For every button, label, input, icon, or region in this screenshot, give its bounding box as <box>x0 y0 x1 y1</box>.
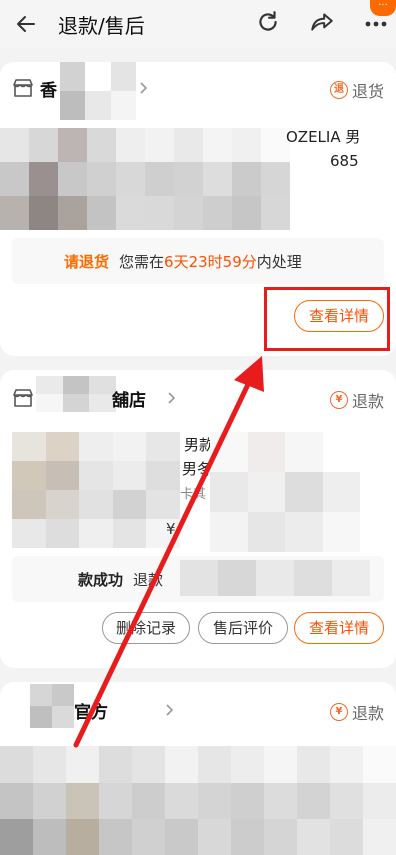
pixelated-title-area <box>210 432 360 552</box>
pixelated-shop-area <box>60 62 136 120</box>
status-text: 退款 <box>351 704 384 723</box>
refresh-icon[interactable] <box>252 6 284 38</box>
after-sale-review-button[interactable]: 售后评价 <box>198 612 288 644</box>
result-text: 退款 <box>133 570 164 589</box>
refund-icon: ¥ <box>329 391 348 409</box>
shop-name[interactable]: 香 <box>40 76 57 101</box>
status-text: 退货 <box>351 82 384 101</box>
shop-name[interactable]: 舖店 <box>112 386 146 411</box>
highlight-box <box>264 287 390 351</box>
return-notice: 请退货 您需在 6天23时59分 内处理 <box>12 238 384 284</box>
product-title[interactable]: OZELIA 男 <box>286 126 360 148</box>
notice-suffix: 内处理 <box>256 252 302 271</box>
chevron-right-icon <box>136 80 150 94</box>
notice-prefix: 您需在 <box>119 252 165 271</box>
product-title-line2[interactable]: 685 <box>330 150 359 172</box>
result-label: 款成功 <box>78 570 124 589</box>
delete-record-button[interactable]: 删除记录 <box>102 612 190 644</box>
pixelated-result-area <box>180 560 370 596</box>
order-card[interactable]: 舖店 ¥ 退款 男款 02 男冬季加厚 卡其 ¥ 款成功 退款 删除记录 售后评… <box>0 370 396 668</box>
shop-icon <box>12 78 34 98</box>
chevron-right-icon <box>164 390 178 404</box>
top-bar: 退款/售后 ··· <box>0 0 396 48</box>
back-arrow-icon[interactable] <box>10 8 42 40</box>
order-status: ¥ 退款 <box>329 700 384 724</box>
notification-badge: ··· <box>370 0 396 16</box>
order-status: ¥ 退款 <box>329 388 384 412</box>
notice-label: 请退货 <box>64 252 110 271</box>
product-price: ¥ <box>166 520 176 538</box>
pixelated-shop-area <box>30 684 74 728</box>
countdown: 6天23时59分 <box>164 252 257 271</box>
view-details-button[interactable]: 查看详情 <box>294 612 384 644</box>
chevron-right-icon <box>162 702 176 716</box>
status-text: 退款 <box>351 392 384 411</box>
product-image[interactable] <box>0 746 396 855</box>
refund-icon: ¥ <box>329 703 348 721</box>
product-image[interactable] <box>12 432 180 548</box>
order-status: 退 退货 <box>329 78 384 102</box>
product-image[interactable] <box>0 128 290 230</box>
shop-icon <box>12 388 34 408</box>
share-icon[interactable] <box>306 6 338 38</box>
order-card[interactable]: 官方 ¥ 退款 <box>0 682 396 855</box>
page-title: 退款/售后 <box>58 14 145 38</box>
shop-name[interactable]: 官方 <box>74 698 108 723</box>
pixelated-shop-area <box>36 376 116 412</box>
product-spec: 卡其 <box>180 487 207 502</box>
return-icon: 退 <box>329 81 348 99</box>
